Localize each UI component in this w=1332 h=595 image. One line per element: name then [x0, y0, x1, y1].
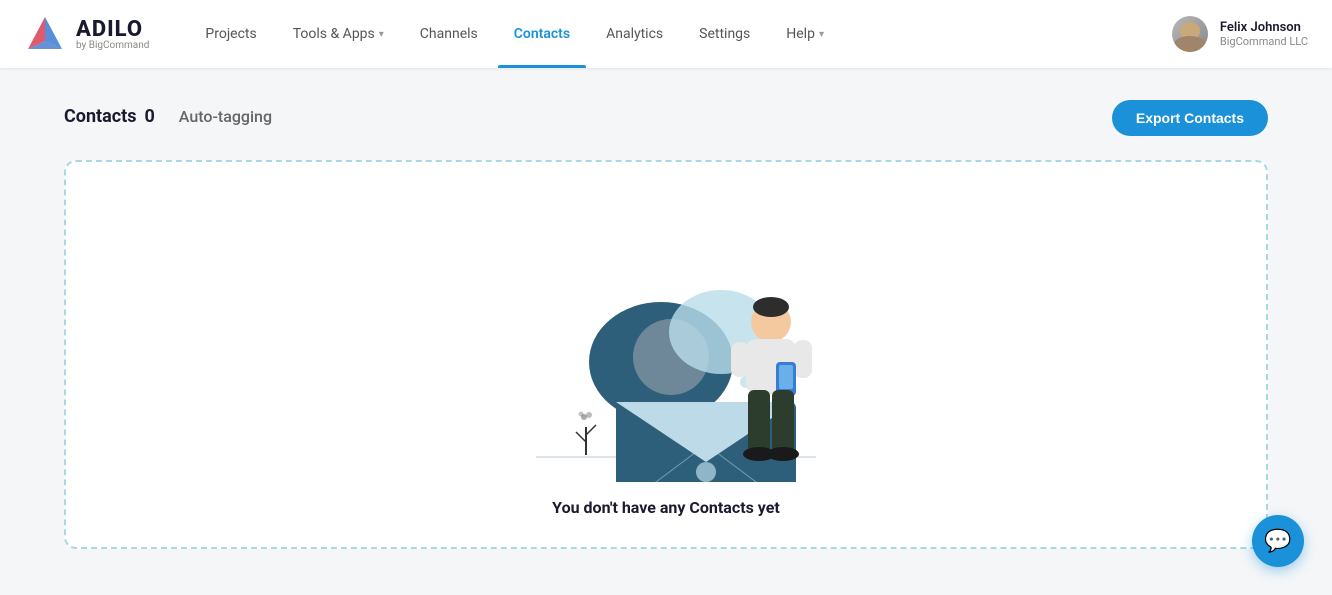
user-profile-area: Felix Johnson BigCommand LLC — [1172, 16, 1308, 52]
user-company: BigCommand LLC — [1220, 35, 1308, 48]
empty-state-text: You don't have any Contacts yet — [552, 498, 780, 527]
adilo-logo-icon — [24, 13, 66, 55]
navbar: ADILO by BigCommand Projects Tools & App… — [0, 0, 1332, 68]
nav-link-contacts[interactable]: Contacts — [498, 0, 586, 68]
avatar — [1172, 16, 1208, 52]
chevron-down-icon-help: ▾ — [819, 29, 824, 40]
chat-fab-button[interactable]: 💬 — [1252, 515, 1304, 567]
nav-links: Projects Tools & Apps ▾ Channels Contact… — [189, 0, 1172, 68]
chevron-down-icon: ▾ — [379, 29, 384, 40]
nav-link-channels[interactable]: Channels — [404, 0, 494, 68]
nav-link-projects[interactable]: Projects — [189, 0, 272, 68]
tabs-row: Contacts 0 Auto-tagging Export Contacts — [64, 100, 1268, 136]
nav-link-help[interactable]: Help ▾ — [770, 0, 840, 68]
logo[interactable]: ADILO by BigCommand — [24, 13, 149, 55]
tabs-left: Contacts 0 Auto-tagging — [64, 106, 272, 131]
nav-link-tools[interactable]: Tools & Apps ▾ — [277, 0, 400, 68]
empty-state-illustration — [476, 202, 856, 482]
logo-main-text: ADILO — [76, 17, 149, 42]
tab-contacts[interactable]: Contacts 0 — [64, 106, 155, 131]
logo-text: ADILO by BigCommand — [76, 17, 149, 51]
nav-link-analytics[interactable]: Analytics — [590, 0, 679, 68]
logo-sub-text: by BigCommand — [76, 40, 149, 51]
tab-autotagging[interactable]: Auto-tagging — [179, 107, 272, 130]
page-content: Contacts 0 Auto-tagging Export Contacts — [0, 68, 1332, 595]
export-contacts-button[interactable]: Export Contacts — [1112, 100, 1268, 136]
user-info: Felix Johnson BigCommand LLC — [1220, 20, 1308, 48]
chat-icon: 💬 — [1264, 529, 1291, 554]
illustration-area — [66, 162, 1266, 482]
user-name: Felix Johnson — [1220, 20, 1308, 35]
empty-state-card: You don't have any Contacts yet — [64, 160, 1268, 549]
nav-link-settings[interactable]: Settings — [683, 0, 766, 68]
